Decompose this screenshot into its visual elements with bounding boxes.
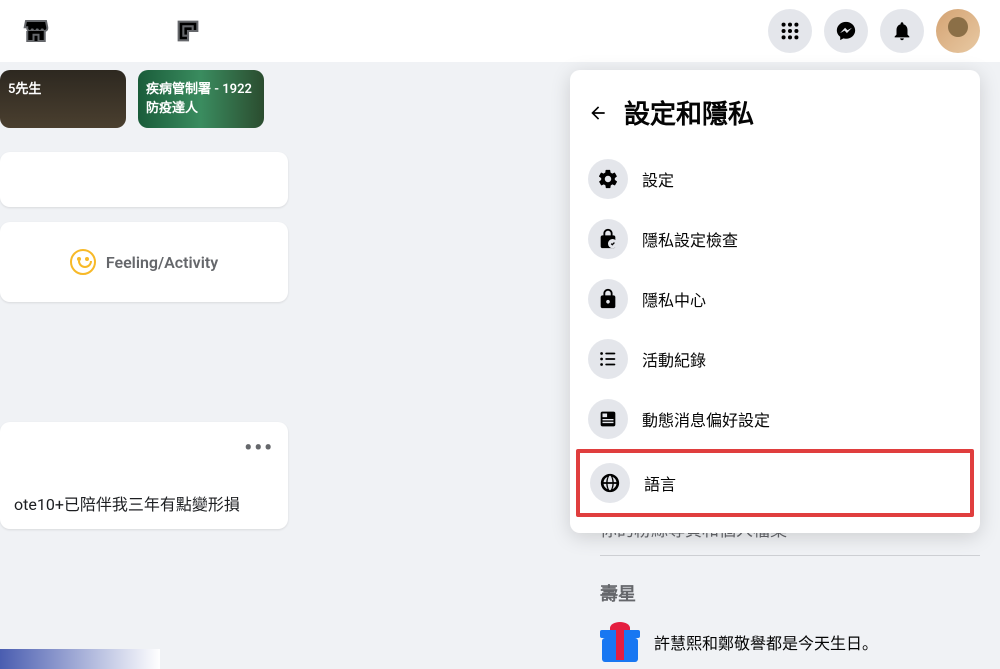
gift-icon [600, 622, 640, 662]
birthday-text: 許慧熙和鄭敬譽都是今天生日。 [654, 630, 878, 654]
gear-icon [588, 159, 628, 199]
header-right [768, 9, 980, 53]
story-card[interactable]: 疾病管制署 - 1922 防疫達人 [138, 70, 264, 128]
story-label: 5先生 [8, 78, 41, 97]
feeling-activity-card[interactable]: Feeling/Activity [0, 222, 288, 302]
settings-dropdown: 設定和隱私 設定 隱私設定檢查 [570, 70, 980, 533]
lock-check-icon [588, 219, 628, 259]
feed-icon [588, 399, 628, 439]
menu-label: 語言 [644, 471, 676, 495]
menu-item-language[interactable]: 語言 [576, 449, 974, 517]
feeling-label: Feeling/Activity [106, 253, 218, 272]
post-text: ote10+已陪伴我三年有點變形損 [14, 491, 274, 515]
profile-avatar[interactable] [936, 9, 980, 53]
header-left [20, 15, 204, 47]
menu-item-privacy-checkup[interactable]: 隱私設定檢查 [578, 209, 972, 269]
content-area: 5先生 疾病管制署 - 1922 防疫達人 Feeling/Activity •… [0, 62, 1000, 669]
feeling-icon [70, 249, 96, 275]
menu-label: 動態消息偏好設定 [642, 407, 770, 431]
menu-item-privacy-center[interactable]: 隱私中心 [578, 269, 972, 329]
post-image-preview [0, 649, 160, 669]
post-card: ••• ote10+已陪伴我三年有點變形損 [0, 422, 288, 529]
menu-item-activity-log[interactable]: 活動紀錄 [578, 329, 972, 389]
menu-item-feed-prefs[interactable]: 動態消息偏好設定 [578, 389, 972, 449]
sidebar-section: 你的粉絲專頁和個人檔案 壽星 許慧熙和鄭敬譽都是今天生日。 [600, 512, 980, 662]
list-icon [588, 339, 628, 379]
menu-label: 隱私中心 [642, 287, 706, 311]
back-button[interactable] [588, 103, 608, 123]
birthday-row[interactable]: 許慧熙和鄭敬譽都是今天生日。 [600, 622, 980, 662]
birthday-title: 壽星 [600, 580, 980, 606]
story-card[interactable]: 5先生 [0, 70, 126, 128]
marketplace-icon[interactable] [20, 15, 52, 47]
story-label: 疾病管制署 - 1922 防疫達人 [146, 78, 256, 116]
gaming-icon[interactable] [172, 15, 204, 47]
stories-row: 5先生 疾病管制署 - 1922 防疫達人 [0, 70, 264, 128]
lock-icon [588, 279, 628, 319]
dropdown-title: 設定和隱私 [624, 94, 754, 131]
menu-item-settings[interactable]: 設定 [578, 149, 972, 209]
notifications-button[interactable] [880, 9, 924, 53]
menu-button[interactable] [768, 9, 812, 53]
menu-label: 隱私設定檢查 [642, 227, 738, 251]
globe-icon [590, 463, 630, 503]
top-header [0, 0, 1000, 62]
menu-label: 設定 [642, 167, 674, 191]
composer-card[interactable] [0, 152, 288, 207]
messenger-button[interactable] [824, 9, 868, 53]
menu-label: 活動紀錄 [642, 347, 706, 371]
post-more-button[interactable]: ••• [14, 436, 274, 461]
dropdown-header: 設定和隱私 [578, 86, 972, 149]
